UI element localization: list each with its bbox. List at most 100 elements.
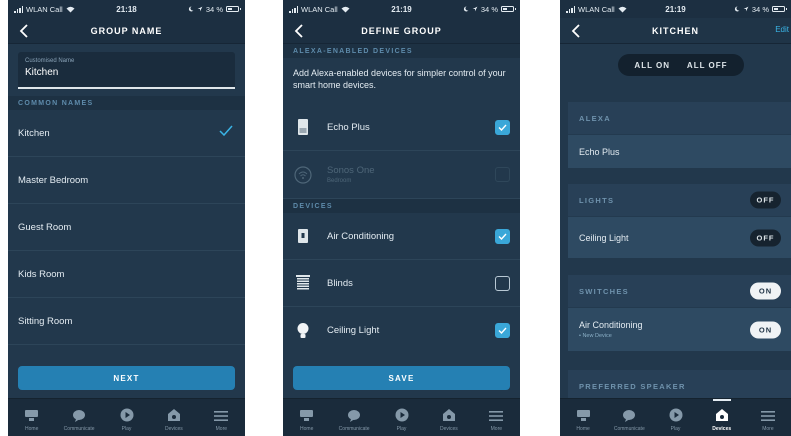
all-on-off-control: ALL ON ALL OFF	[618, 54, 744, 76]
page-title: KITCHEN	[652, 25, 699, 36]
back-button[interactable]	[14, 21, 34, 41]
device-row-air-conditioning[interactable]: Air Conditioning	[283, 213, 520, 260]
battery-label: 34 %	[205, 4, 223, 14]
checkbox-air-conditioning[interactable]	[495, 229, 510, 244]
nav-communicate[interactable]: Communicate	[55, 399, 102, 436]
title-bar: DEFINE GROUP	[283, 18, 520, 44]
nav-label: Play	[670, 426, 681, 432]
nav-home[interactable]: Home	[560, 399, 606, 436]
lights-header: LIGHTS OFF	[568, 184, 791, 216]
device-row-echo-plus[interactable]: Echo Plus	[283, 104, 520, 151]
device-name: Ceiling Light	[327, 325, 380, 336]
nav-home[interactable]: Home	[8, 399, 55, 436]
bottom-nav: Home Communicate Play Devices More	[283, 398, 520, 436]
device-row-ceiling-light[interactable]: Ceiling Light	[283, 307, 520, 354]
alexa-header: ALEXA	[579, 113, 611, 123]
section-alexa-devices: ALEXA-ENABLED DEVICES	[283, 44, 520, 58]
list-item-label: Master Bedroom	[18, 174, 89, 186]
battery-label: 34 %	[480, 4, 498, 14]
device-name: Blinds	[327, 277, 353, 289]
nav-label: Communicate	[338, 426, 370, 432]
nav-communicate[interactable]: Communicate	[606, 399, 652, 436]
air-conditioning-row[interactable]: Air Conditioning • New Device ON	[568, 307, 791, 351]
wifi-icon	[341, 6, 350, 12]
nav-label: Communicate	[63, 426, 95, 432]
field-value: Kitchen	[25, 67, 59, 78]
preferred-speaker-card: PREFERRED SPEAKER	[568, 370, 791, 400]
ceiling-light-row[interactable]: Ceiling Light OFF	[568, 216, 791, 258]
kitchen-group-screen: WLAN Call 21:19 34 % KITCHEN Edit ALL ON…	[560, 0, 791, 436]
new-device-badge: • New Device	[579, 333, 612, 339]
list-item-master-bedroom[interactable]: Master Bedroom	[8, 157, 245, 204]
all-on-button[interactable]: ALL ON	[634, 61, 670, 70]
lights-header-label: LIGHTS	[579, 195, 615, 205]
devices-icon	[715, 409, 728, 421]
lights-group-toggle[interactable]: OFF	[750, 191, 781, 209]
title-bar: GROUP NAME	[8, 18, 245, 44]
home-icon	[25, 410, 39, 421]
section-common-names: COMMON NAMES	[8, 96, 245, 110]
devices-icon	[442, 409, 455, 421]
device-row-sonos-one: Sonos One Bedroom	[283, 151, 520, 199]
ceiling-light-toggle[interactable]: OFF	[750, 229, 781, 246]
list-item-guest-room[interactable]: Guest Room	[8, 204, 245, 251]
alexa-device-row[interactable]: Echo Plus	[568, 134, 791, 168]
list-item-label: Kitchen	[18, 127, 50, 139]
nav-devices[interactable]: Devices	[699, 399, 745, 436]
next-button[interactable]: NEXT	[18, 366, 235, 390]
light-name: Ceiling Light	[579, 232, 629, 243]
nav-play[interactable]: Play	[378, 399, 425, 436]
wifi-icon	[618, 6, 627, 12]
nav-devices[interactable]: Devices	[150, 399, 197, 436]
chat-bubble-icon	[73, 410, 86, 422]
nav-label: Devices	[440, 426, 458, 432]
nav-label: Devices	[165, 426, 183, 432]
moon-icon	[463, 6, 469, 12]
nav-play[interactable]: Play	[652, 399, 698, 436]
nav-more[interactable]: More	[473, 399, 520, 436]
nav-play[interactable]: Play	[103, 399, 150, 436]
plug-icon	[293, 226, 313, 246]
location-icon	[743, 6, 749, 12]
device-row-blinds[interactable]: Blinds	[283, 260, 520, 307]
air-conditioning-toggle[interactable]: ON	[750, 321, 781, 338]
nav-more[interactable]: More	[198, 399, 245, 436]
list-item-kitchen[interactable]: Kitchen	[8, 110, 245, 157]
section-devices: DEVICES	[283, 199, 520, 213]
all-off-button[interactable]: ALL OFF	[687, 61, 728, 70]
checkbox-blinds[interactable]	[495, 276, 510, 291]
customised-name-field[interactable]: Customised Name Kitchen	[18, 52, 235, 89]
back-button[interactable]	[289, 21, 309, 41]
nav-label: Communicate	[613, 426, 645, 432]
nav-more[interactable]: More	[745, 399, 791, 436]
battery-icon	[772, 6, 787, 12]
signal-icon	[289, 5, 298, 13]
nav-label: Home	[300, 426, 314, 432]
location-icon	[472, 6, 478, 12]
save-button[interactable]: SAVE	[293, 366, 510, 390]
moon-icon	[734, 6, 740, 12]
nav-label: Play	[121, 426, 132, 432]
device-name: Echo Plus	[327, 121, 370, 133]
device-location: Bedroom	[327, 178, 352, 184]
checkbox-echo-plus[interactable]	[495, 120, 510, 135]
list-item-label: Kids Room	[18, 268, 65, 280]
checkbox-sonos-one	[495, 167, 510, 182]
menu-icon	[214, 411, 229, 421]
edit-button[interactable]: Edit	[775, 25, 789, 34]
status-bar: WLAN Call 21:19 34 %	[283, 0, 520, 18]
nav-label: More	[490, 426, 503, 432]
checkbox-ceiling-light[interactable]	[495, 323, 510, 338]
switches-header-label: SWITCHES	[579, 286, 629, 296]
switches-group-toggle[interactable]: ON	[750, 282, 781, 300]
nav-devices[interactable]: Devices	[425, 399, 472, 436]
list-item-label: Sitting Room	[18, 315, 73, 327]
list-item-kids-room[interactable]: Kids Room	[8, 251, 245, 298]
back-button[interactable]	[566, 21, 586, 41]
list-item-label: Guest Room	[18, 221, 72, 233]
nav-communicate[interactable]: Communicate	[330, 399, 377, 436]
play-icon	[669, 408, 682, 422]
list-item-sitting-room[interactable]: Sitting Room	[8, 298, 245, 345]
nav-home[interactable]: Home	[283, 399, 330, 436]
switch-name: Air Conditioning	[579, 320, 643, 330]
